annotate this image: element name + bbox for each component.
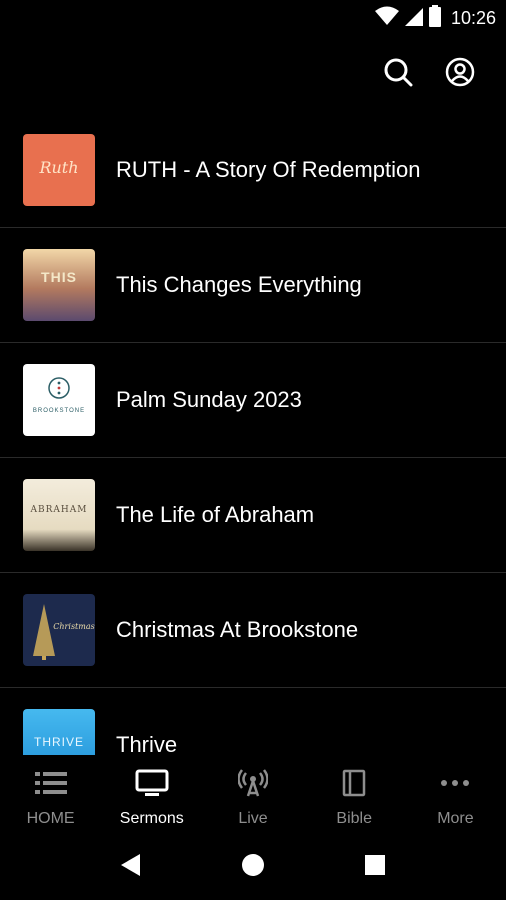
back-button[interactable]: [111, 848, 151, 888]
battery-icon: [428, 4, 441, 32]
broadcast-icon: [237, 769, 269, 802]
thumbnail-text: ABRAHAM: [30, 505, 88, 515]
home-button[interactable]: [233, 848, 273, 888]
list-item[interactable]: ABRAHAM The Life of Abraham: [0, 458, 506, 573]
thumbnail-text: THRIVE: [33, 735, 84, 749]
wifi-icon: [374, 6, 399, 31]
nav-item-home[interactable]: HOME: [0, 755, 101, 835]
nav-label-bible: Bible: [336, 810, 372, 827]
sermon-title: Palm Sunday 2023: [116, 387, 302, 412]
list-item[interactable]: BROOKSTONE Palm Sunday 2023: [0, 343, 506, 458]
list-item[interactable]: Ruth RUTH - A Story Of Redemption: [0, 113, 506, 228]
status-time: 10:26: [450, 7, 496, 28]
thumbnail-text: THIS: [41, 269, 77, 285]
nav-item-live[interactable]: Live: [202, 755, 303, 835]
sermon-thumbnail: BROOKSTONE: [23, 364, 95, 436]
nav-item-bible[interactable]: Bible: [304, 755, 405, 835]
tv-icon: [135, 769, 169, 802]
status-bar: 10:26: [0, 0, 506, 36]
thumbnail-text: Ruth: [39, 158, 79, 177]
nav-label-live: Live: [238, 810, 268, 827]
recents-square-icon: [364, 854, 386, 881]
sermon-list: Ruth RUTH - A Story Of Redemption THIS T…: [0, 113, 506, 755]
sermon-thumbnail: Christmas: [23, 594, 95, 666]
sermon-title: Thrive: [116, 732, 178, 755]
thumbnail-text: Christmas: [53, 622, 95, 631]
list-item[interactable]: Christmas Christmas At Brookstone: [0, 573, 506, 688]
recents-button[interactable]: [355, 848, 395, 888]
nav-item-more[interactable]: More: [405, 755, 506, 835]
home-circle-icon: [241, 853, 265, 882]
status-icons: 10:26: [374, 4, 496, 32]
app-bar: [380, 50, 478, 98]
sermon-title: Christmas At Brookstone: [116, 617, 359, 642]
signal-icon: [404, 6, 423, 31]
back-triangle-icon: [120, 853, 142, 882]
book-icon: [342, 769, 366, 802]
account-icon: [445, 57, 475, 92]
thumbnail-text: BROOKSTONE: [32, 408, 86, 414]
sermon-title: RUTH - A Story Of Redemption: [116, 157, 421, 182]
nav-label-more: More: [437, 810, 474, 827]
list-item[interactable]: THIS This Changes Everything: [0, 228, 506, 343]
nav-label-home: HOME: [26, 810, 75, 827]
nav-item-sermons[interactable]: Sermons: [101, 755, 202, 835]
bottom-navigation: HOME Sermons Live Bible More: [0, 755, 506, 835]
more-icon: [440, 769, 470, 802]
sermon-thumbnail: THRIVE: [23, 709, 95, 755]
account-button[interactable]: [442, 56, 478, 92]
search-button[interactable]: [380, 56, 416, 92]
search-icon: [383, 57, 413, 92]
list-item[interactable]: THRIVE Thrive: [0, 688, 506, 755]
sermon-title: The Life of Abraham: [116, 502, 315, 527]
sermon-thumbnail: ABRAHAM: [23, 479, 95, 551]
sermon-thumbnail: Ruth: [23, 134, 95, 206]
nav-label-sermons: Sermons: [119, 810, 184, 827]
menu-icon: [34, 769, 67, 802]
sermon-title: This Changes Everything: [116, 272, 362, 297]
sermon-thumbnail: THIS: [23, 249, 95, 321]
system-navigation: [0, 835, 506, 900]
